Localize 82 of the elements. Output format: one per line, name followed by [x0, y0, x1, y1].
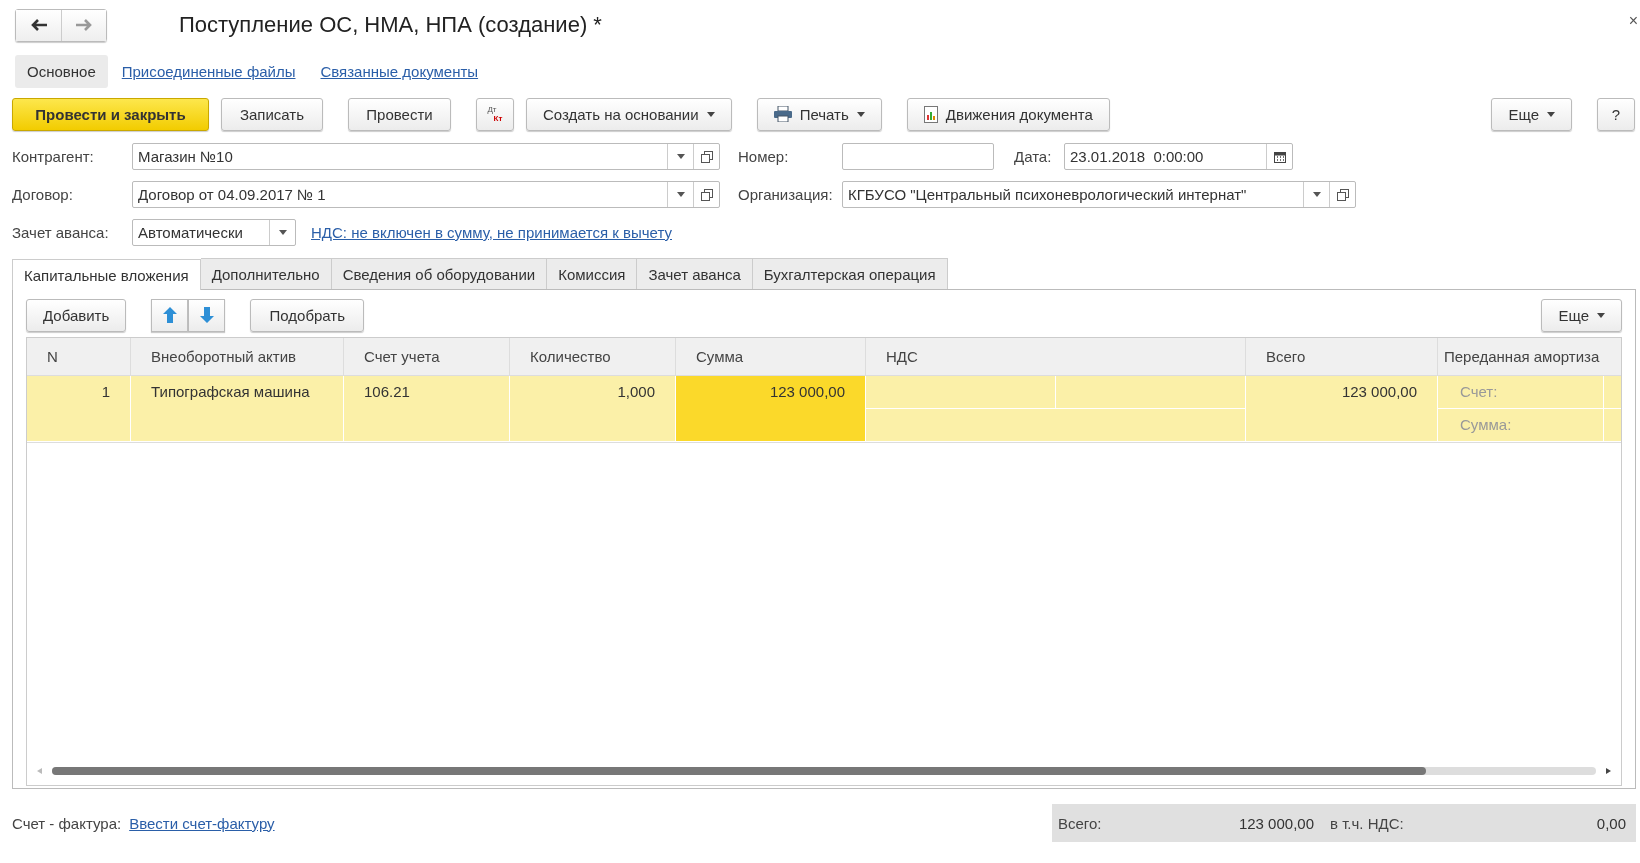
open-icon — [1336, 188, 1349, 201]
tab[interactable]: Сведения об оборудовании — [331, 258, 548, 289]
vat-link[interactable]: НДС: не включен в сумму, не принимается к вычету — [311, 224, 672, 241]
report-icon — [923, 105, 938, 123]
total-label: Всего: — [1058, 814, 1103, 832]
column-header: Сумма — [676, 338, 866, 375]
total-value: 123 000,00 — [1237, 814, 1314, 832]
caret-icon — [706, 111, 715, 117]
calendar-icon — [1273, 150, 1286, 163]
scroll-left-icon — [37, 768, 42, 774]
create-based-on-button[interactable]: Создать на основании — [526, 97, 732, 131]
add-button[interactable]: Добавить — [26, 298, 127, 332]
tab[interactable]: Бухгалтерская операция — [752, 258, 948, 289]
field-label: Дата: — [1014, 148, 1053, 165]
table-cell: Сумма: — [1438, 409, 1604, 442]
open-icon — [700, 188, 713, 201]
more-button[interactable]: Еще — [1491, 97, 1572, 131]
tab[interactable]: Зачет аванса — [637, 258, 753, 289]
arrow-up-icon — [162, 307, 177, 323]
more-button[interactable]: Еще — [1541, 298, 1622, 332]
tab[interactable]: Комиссия — [547, 258, 638, 289]
column-header: Переданная амортиза — [1443, 347, 1601, 367]
dropdown-icon — [278, 230, 287, 235]
counterparty-field[interactable]: Магазин №10 — [132, 143, 720, 170]
debit-credit-button[interactable]: Дт Кт — [476, 97, 514, 131]
move-up-button[interactable] — [151, 298, 189, 332]
column-header: Внеоборотный актив — [131, 338, 344, 375]
back-button[interactable] — [16, 9, 61, 41]
open-icon — [700, 150, 713, 163]
column-header: Счет учета — [344, 338, 510, 375]
field-label: Договор: — [12, 186, 74, 203]
window-title: Поступление ОС, НМА, НПА (создание) * — [179, 12, 602, 38]
field-label: Контрагент: — [12, 148, 95, 165]
column-header: Всего — [1246, 338, 1438, 375]
caret-icon — [1597, 312, 1605, 318]
table-cell[interactable]: 123 000,00 — [676, 376, 866, 442]
field-label: Зачет аванса: — [12, 224, 110, 241]
caret-icon — [856, 111, 865, 117]
contract-field[interactable]: Договор от 04.09.2017 № 1 — [132, 181, 720, 208]
date-field[interactable]: 23.01.2018 0:00:00 — [1064, 143, 1293, 170]
dropdown-icon — [1312, 192, 1321, 197]
table-cell: 106.21 — [344, 376, 510, 442]
column-header: N — [27, 338, 131, 375]
print-button[interactable]: Печать — [756, 97, 882, 131]
table-cell: 1 — [27, 376, 131, 442]
vat-value: 0,00 — [1595, 814, 1626, 832]
enter-invoice-link[interactable]: Ввести счет-фактуру — [129, 814, 275, 832]
table-cell: Счет: — [1438, 376, 1604, 409]
arrow-down-icon — [199, 307, 214, 323]
vat-label: в т.ч. НДС: — [1330, 814, 1405, 832]
tab[interactable]: Капитальные вложения — [12, 259, 201, 290]
advance-offset-field[interactable]: Автоматически — [132, 219, 296, 246]
table-row[interactable]: 1 Типографская машина 106.21 1,000 123 000,00 123 000,00 Счет: Сумма: — [27, 376, 1621, 443]
back-arrow-icon — [29, 18, 48, 32]
section-link[interactable]: Основное — [15, 54, 108, 88]
table-cell: 123 000,00 — [1246, 376, 1438, 442]
scroll-right-icon — [1606, 768, 1611, 774]
organization-field[interactable]: КГБУСО "Центральный психоневрологический интернат" — [842, 181, 1356, 208]
field-label: Организация: — [738, 186, 834, 203]
move-down-button[interactable] — [188, 298, 226, 332]
section-link[interactable]: Связанные документы — [320, 62, 479, 80]
tab[interactable]: Дополнительно — [200, 258, 332, 289]
toolbar-button[interactable]: Провести — [348, 97, 451, 131]
help-button[interactable]: ? — [1597, 97, 1635, 131]
post-and-close-button[interactable]: Провести и закрыть — [12, 97, 209, 131]
pick-button[interactable]: Подобрать — [250, 298, 365, 332]
section-link[interactable]: Присоединенные файлы — [121, 62, 296, 80]
field-label: Номер: — [738, 148, 790, 165]
toolbar-button[interactable]: Записать — [221, 97, 323, 131]
printer-icon — [773, 106, 792, 122]
caret-icon — [1547, 111, 1555, 117]
field-label: Счет - фактура: — [12, 814, 122, 832]
column-header: НДС — [866, 338, 1246, 375]
table-cell: 1,000 — [510, 376, 676, 442]
column-header: Количество — [510, 338, 676, 375]
forward-arrow-icon — [75, 18, 93, 32]
number-field[interactable] — [842, 143, 994, 170]
dropdown-icon — [676, 192, 685, 197]
dropdown-icon — [676, 154, 685, 159]
close-button[interactable]: × — [1628, 12, 1638, 30]
document-movements-button[interactable]: Движения документа — [906, 97, 1110, 131]
table-cell: Типографская машина — [131, 376, 344, 442]
